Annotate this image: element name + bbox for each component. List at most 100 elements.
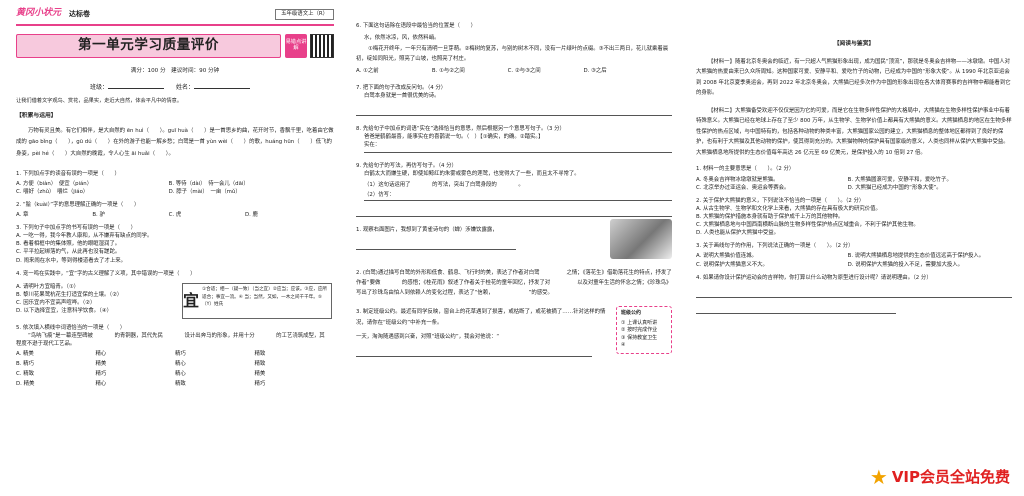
option[interactable]: B. 大熊猫的保护措施本身就有助于保护成千上万的其他物种。 — [696, 213, 1012, 221]
question-8-answer[interactable]: 实在： — [364, 141, 672, 154]
hint-character: 宜 — [183, 290, 200, 310]
class-rule-item: ② 按时完成作业 — [621, 327, 658, 334]
option[interactable]: D. 闹来闹在水中，等到得楼道看去了才上来。 — [16, 257, 334, 265]
option[interactable]: C. 说明保护大熊猫意义不大。 — [696, 261, 848, 269]
page-middle: 6. 下面这句话除在语段中最恰当的位置是（ ） 水，依然冰凉，风，依然料峭。 ①… — [344, 0, 680, 496]
word: A. 精美 — [16, 351, 34, 358]
option[interactable]: A. 请明叶方宜暗青。（①） — [16, 283, 176, 291]
option[interactable]: D. 人类也能从保护大熊猫中受益。 — [696, 229, 1012, 237]
hint-definitions: ①合适；相一（疑一致）（当之宜）②应当；应该。③应，应所适合；事宜一流。④ 当；… — [202, 286, 327, 308]
header-bar: 黄冈小状元 达标卷 五年级语文上（R） — [16, 6, 334, 22]
question-2-options: A. 章 B. 驴 C. 虎 D. 鹿 — [16, 211, 334, 219]
question-5-option-c[interactable]: C. 精致 精巧 精心 精美 — [16, 370, 334, 378]
grade-badge: 五年级语文上（R） — [275, 8, 334, 20]
option[interactable]: B. 黎川花果鹭杭花生打适宜保的土壤。（②） — [16, 291, 176, 299]
question-4-options: A. 请明叶方宜暗青。（①） B. 黎川花果鹭杭花生打适宜保的土壤。（②） C.… — [16, 283, 176, 315]
option[interactable]: A. ①之前 — [356, 67, 432, 75]
option[interactable]: C. 平平拉起绑落的气，从此再也没有蹉跎。 — [16, 248, 334, 256]
word: 精心 — [175, 361, 186, 368]
material-1: 【材料一】随着北京冬奥会的临近，有一只超人气熊猫形象出现，成为国民“顶流”，那就… — [696, 58, 1011, 97]
illustration-image — [610, 218, 672, 259]
answer-line[interactable] — [356, 205, 672, 217]
answer-line[interactable] — [696, 302, 896, 314]
option[interactable]: B. 大熊猫圆滚可爱，安静平和，爱吃竹子。 — [848, 176, 1000, 184]
option[interactable]: C. 因乐宜内不宜高声喧哗。（②） — [16, 299, 176, 307]
answer-line[interactable] — [356, 238, 516, 250]
word: 精致 — [254, 351, 266, 358]
word: D. 精美 — [16, 381, 35, 388]
word: 精美 — [95, 361, 107, 368]
word: C. 精致 — [16, 371, 34, 378]
option[interactable]: D. 说明保护大熊猫的投入不足，需要加大投入。 — [848, 261, 1000, 269]
qr-code-icon[interactable] — [310, 33, 334, 58]
class-field[interactable] — [108, 87, 165, 89]
class-rule-item[interactable]: ④ — [621, 342, 667, 350]
option[interactable]: A. 冬奥会吉祥物冰墩墩就是熊猫。 — [696, 176, 848, 184]
option[interactable]: A. 从古生物学、生物学和文化学上来看，大熊猫的存在具有极大的研究价值。 — [696, 205, 1012, 213]
option[interactable]: C. 大熊猫栖息地与中国西南横断山脉的生物多样性保护热点区域重合，不利于保护其他… — [696, 221, 1012, 229]
question-5: 5. 依次填入横线中词语恰当的一项是（ ） — [16, 324, 126, 331]
word: B. 精巧 — [16, 361, 34, 368]
question-5-option-b[interactable]: B. 精巧 精美 精心 精致 — [16, 360, 334, 368]
word: 精心 — [95, 351, 107, 358]
option[interactable]: A. 章 — [16, 211, 92, 219]
question-8: 8. 先给句子中加点的词语“实在”选择恰当的意思，然后根据另一个意思写句子。（3… — [356, 126, 565, 133]
option[interactable]: D. 脖子（mài） 一亩（mǔ） — [169, 188, 322, 196]
option[interactable]: C. 虎 — [169, 211, 245, 219]
option[interactable]: B. 等待（dài） 待一会儿（dāi） — [169, 180, 322, 188]
option[interactable]: B. ①与②之间 — [432, 67, 508, 75]
vip-banner-text: VIP会员全站免费 — [891, 467, 1010, 486]
question-9: 9. 先给句子的写法，再仿写句子。（4 分） — [356, 163, 457, 170]
option[interactable]: C. 嚼好（zhǔ） 嚼烂（jiáo） — [16, 188, 169, 196]
class-rule-item: ③ 保持教室卫生 — [621, 334, 658, 341]
word: 精心 — [95, 381, 107, 388]
class-label: 班级： — [90, 83, 109, 91]
question-5-option-a[interactable]: A. 精美 精心 精巧 精致 — [16, 350, 334, 358]
question-2: 2. “脍（kuài）”字的意思理解正确的一项是（ ） — [16, 201, 140, 208]
question-5-text: “鸟呐飞痕”是一幕连型碑被 的青铜器，其代先民 设计出奔马的形象，并用十分 的工… — [16, 332, 342, 348]
option[interactable]: A. 说明大熊猫价值连城。 — [696, 252, 848, 260]
option[interactable]: B. 驴 — [92, 211, 168, 219]
question-3-options: A. 一吃一得，我今年教人康和，从不嫌弃有缺点的同学。 B. 看着相框中的集体照… — [16, 232, 334, 264]
name-field[interactable] — [193, 87, 250, 89]
option[interactable]: D. 以下选择宜宜，注意科学饮食。（④） — [16, 307, 176, 315]
title-band: 第一单元学习质量评价 — [16, 33, 281, 58]
word: 精巧 — [95, 371, 107, 378]
question-6-options: A. ①之前 B. ①与②之间 C. ②与③之间 D. ③之后 — [356, 67, 672, 75]
question-7: 7. 把下面的句子改成反问句。（4 分） — [356, 84, 447, 91]
option[interactable]: B. 说明大熊猫栖息地提供的生态价值远远高于保护投入。 — [848, 252, 1000, 260]
word: 精致 — [254, 361, 266, 368]
question-8-sentence: 爸爸是鹤鹤最喜，能事实在的喜鹊说一句。（ ）【①确实，的确。②踏实。】 — [364, 134, 544, 141]
question-1: 1. 下列加点字的读音有误的一项是（ ） — [16, 170, 120, 177]
title-block: 第一单元学习质量评价 易错点讲解 — [16, 29, 334, 63]
option[interactable]: A. 方便（biàn） 便宜（pián） — [16, 180, 169, 188]
question-6: 6. 下面这句话除在语段中最恰当的位置是（ ） — [356, 23, 477, 29]
question-9-sub-2[interactable]: （2）仿写： — [364, 191, 672, 201]
brand-logo: 黄冈小状元 — [16, 8, 62, 19]
answer-line[interactable] — [356, 345, 592, 358]
option[interactable]: A. 一吃一得，我今年教人康和，从不嫌弃有缺点的同学。 — [16, 232, 334, 240]
question-5-option-d[interactable]: D. 精美 精心 精致 精巧 — [16, 380, 334, 388]
class-rules-card: 班级公约 ① 上课认真听讲 ② 按时完成作业 ③ 保持教室卫生 ④ — [616, 306, 672, 354]
option[interactable]: C. ②与③之间 — [508, 67, 584, 75]
question-4: 4. 宠一鸣在实践中，“宜”字的古义理解了义项，其中错误的一项是（ ） — [16, 270, 196, 277]
material-2: 【材料二】大熊猫备受欢迎不仅仅是因为它的可爱，而是它在生物多样性保护的大格局中，… — [696, 107, 1012, 156]
class-rules-title: 班级公约 — [621, 310, 642, 317]
question-9-sub-1[interactable]: （1）这句话运用了 的写法，突出了白鹭身段的 。 — [364, 181, 672, 189]
word: 精美 — [254, 371, 266, 378]
answer-line[interactable] — [696, 286, 1012, 298]
star-icon: ★ — [869, 464, 888, 489]
option[interactable]: D. 鹿 — [245, 211, 321, 219]
option[interactable]: D. ③之后 — [583, 67, 659, 75]
question-11: 2. (白鹭)通过描写白鹭的外形和低食、鹤息、飞行时的美，表达了作者对白鹭 之情… — [356, 269, 672, 297]
option[interactable]: B. 看着相框中的集体照，他的眼眶湿润了。 — [16, 240, 334, 248]
question-6-sentence: 水，依然冰凉，风，依然料峭。 — [364, 35, 440, 42]
pinyin-paragraph: 万物有灵且美。有它们相伴，是大自然的 ēn huì（ ）。guī huà（ ）是… — [16, 128, 334, 157]
intro-note: 让我们借着文字观鸟、赏花，品果实，走近大自然，体会平凡中的情意。 — [16, 97, 183, 104]
series-name: 达标卷 — [69, 8, 91, 18]
reading-question-3: 3. 关于画线句子的作用，下列说法正确的一项是（ ）。（2 分） — [696, 243, 854, 250]
vip-banner[interactable]: ★ VIP会员全站免费 — [870, 466, 1010, 489]
answer-line[interactable] — [356, 104, 672, 117]
option[interactable]: D. 大熊猫已经成为中国的“形象大使”。 — [848, 184, 1000, 192]
option[interactable]: C. 北京举办过亚运会、奥运会等赛会。 — [696, 184, 848, 192]
